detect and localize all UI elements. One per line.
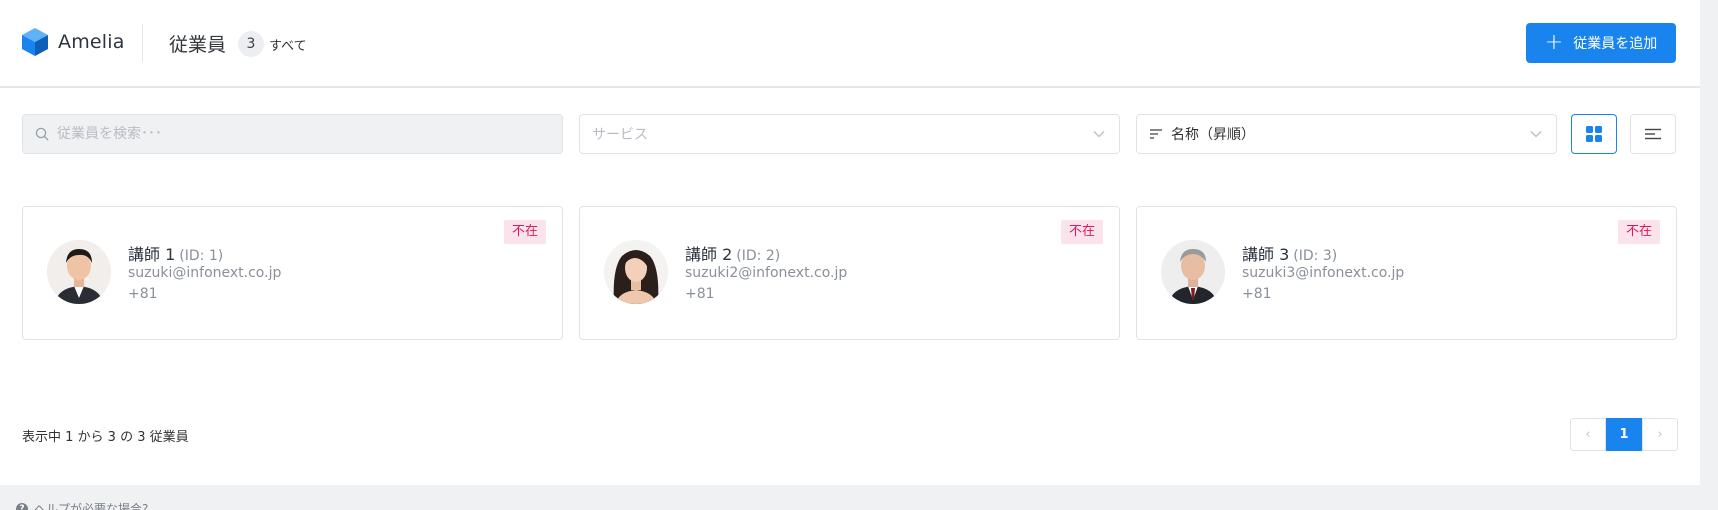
employee-id: (ID: 3) bbox=[1293, 248, 1338, 264]
amelia-logo: Amelia bbox=[22, 28, 125, 56]
employee-card[interactable]: 講師 1 (ID: 1) suzuki@infonext.co.jp +81 不在 bbox=[22, 206, 563, 340]
employee-name: 講師 1 (ID: 1) bbox=[128, 241, 223, 265]
plus-icon: + bbox=[1544, 30, 1564, 55]
list-view-button[interactable] bbox=[1630, 114, 1676, 154]
chevron-down-icon bbox=[1528, 126, 1544, 142]
add-employee-button[interactable]: + 従業員を追加 bbox=[1526, 23, 1676, 63]
employee-phone: +81 bbox=[128, 286, 158, 302]
employee-id: (ID: 1) bbox=[179, 248, 224, 264]
employee-card[interactable]: 講師 2 (ID: 2) suzuki2@infonext.co.jp +81 不… bbox=[579, 206, 1120, 340]
avatar bbox=[604, 240, 668, 304]
search-input[interactable] bbox=[57, 126, 537, 142]
chevron-right-icon: › bbox=[1657, 427, 1663, 442]
add-employee-label: 従業員を追加 bbox=[1573, 36, 1658, 52]
sort-icon bbox=[1150, 129, 1162, 139]
sort-select-value: 名称（昇順） bbox=[1171, 127, 1255, 143]
employee-email: suzuki2@infonext.co.jp bbox=[685, 265, 848, 281]
employee-count-badge: 3 bbox=[238, 31, 264, 57]
status-badge: 不在 bbox=[1060, 220, 1103, 244]
list-icon bbox=[1645, 128, 1661, 140]
chevron-left-icon: ‹ bbox=[1585, 427, 1591, 442]
search-box[interactable] bbox=[22, 114, 563, 154]
page-title: 従業員 bbox=[169, 34, 227, 56]
help-link[interactable]: ? ヘルプが必要な場合? bbox=[16, 500, 148, 510]
amelia-cube-icon bbox=[22, 28, 48, 56]
help-label: ヘルプが必要な場合? bbox=[34, 502, 149, 510]
pagination: ‹ 1 › bbox=[1570, 418, 1678, 451]
chevron-down-icon bbox=[1091, 126, 1107, 142]
employees-panel: Amelia 従業員 3 すべて + 従業員を追加 サービス 名称（昇順） bbox=[0, 0, 1700, 485]
employee-phone: +81 bbox=[685, 286, 715, 302]
page-1-button[interactable]: 1 bbox=[1606, 418, 1642, 451]
employee-name: 講師 3 (ID: 3) bbox=[1242, 241, 1337, 265]
sort-select[interactable]: 名称（昇順） bbox=[1136, 114, 1557, 154]
question-icon: ? bbox=[16, 502, 28, 510]
app-name: Amelia bbox=[58, 31, 125, 53]
avatar bbox=[47, 240, 111, 304]
employee-name-text: 講師 3 bbox=[1242, 245, 1290, 264]
status-badge: 不在 bbox=[1617, 220, 1660, 244]
header-divider bbox=[142, 24, 143, 62]
service-select[interactable]: サービス bbox=[579, 114, 1120, 154]
grid-view-button[interactable] bbox=[1571, 114, 1617, 154]
status-badge: 不在 bbox=[503, 220, 546, 244]
employee-email: suzuki@infonext.co.jp bbox=[128, 265, 282, 281]
count-label: すべて bbox=[269, 39, 307, 54]
next-page-button[interactable]: › bbox=[1642, 418, 1678, 451]
employee-email: suzuki3@infonext.co.jp bbox=[1242, 265, 1405, 281]
employee-phone: +81 bbox=[1242, 286, 1272, 302]
results-summary: 表示中 1 から 3 の 3 従業員 bbox=[22, 430, 189, 445]
avatar bbox=[1161, 240, 1225, 304]
search-icon bbox=[35, 127, 49, 141]
grid-icon bbox=[1586, 126, 1602, 142]
employee-card[interactable]: 講師 3 (ID: 3) suzuki3@infonext.co.jp +81 不… bbox=[1136, 206, 1677, 340]
employee-name-text: 講師 1 bbox=[128, 245, 176, 264]
employee-id: (ID: 2) bbox=[736, 248, 781, 264]
employee-name: 講師 2 (ID: 2) bbox=[685, 241, 780, 265]
page-header: Amelia 従業員 3 すべて + 従業員を追加 bbox=[0, 0, 1700, 88]
service-select-placeholder: サービス bbox=[592, 127, 648, 143]
employee-name-text: 講師 2 bbox=[685, 245, 733, 264]
page-scrollbar[interactable] bbox=[1700, 0, 1718, 510]
prev-page-button[interactable]: ‹ bbox=[1570, 418, 1606, 451]
